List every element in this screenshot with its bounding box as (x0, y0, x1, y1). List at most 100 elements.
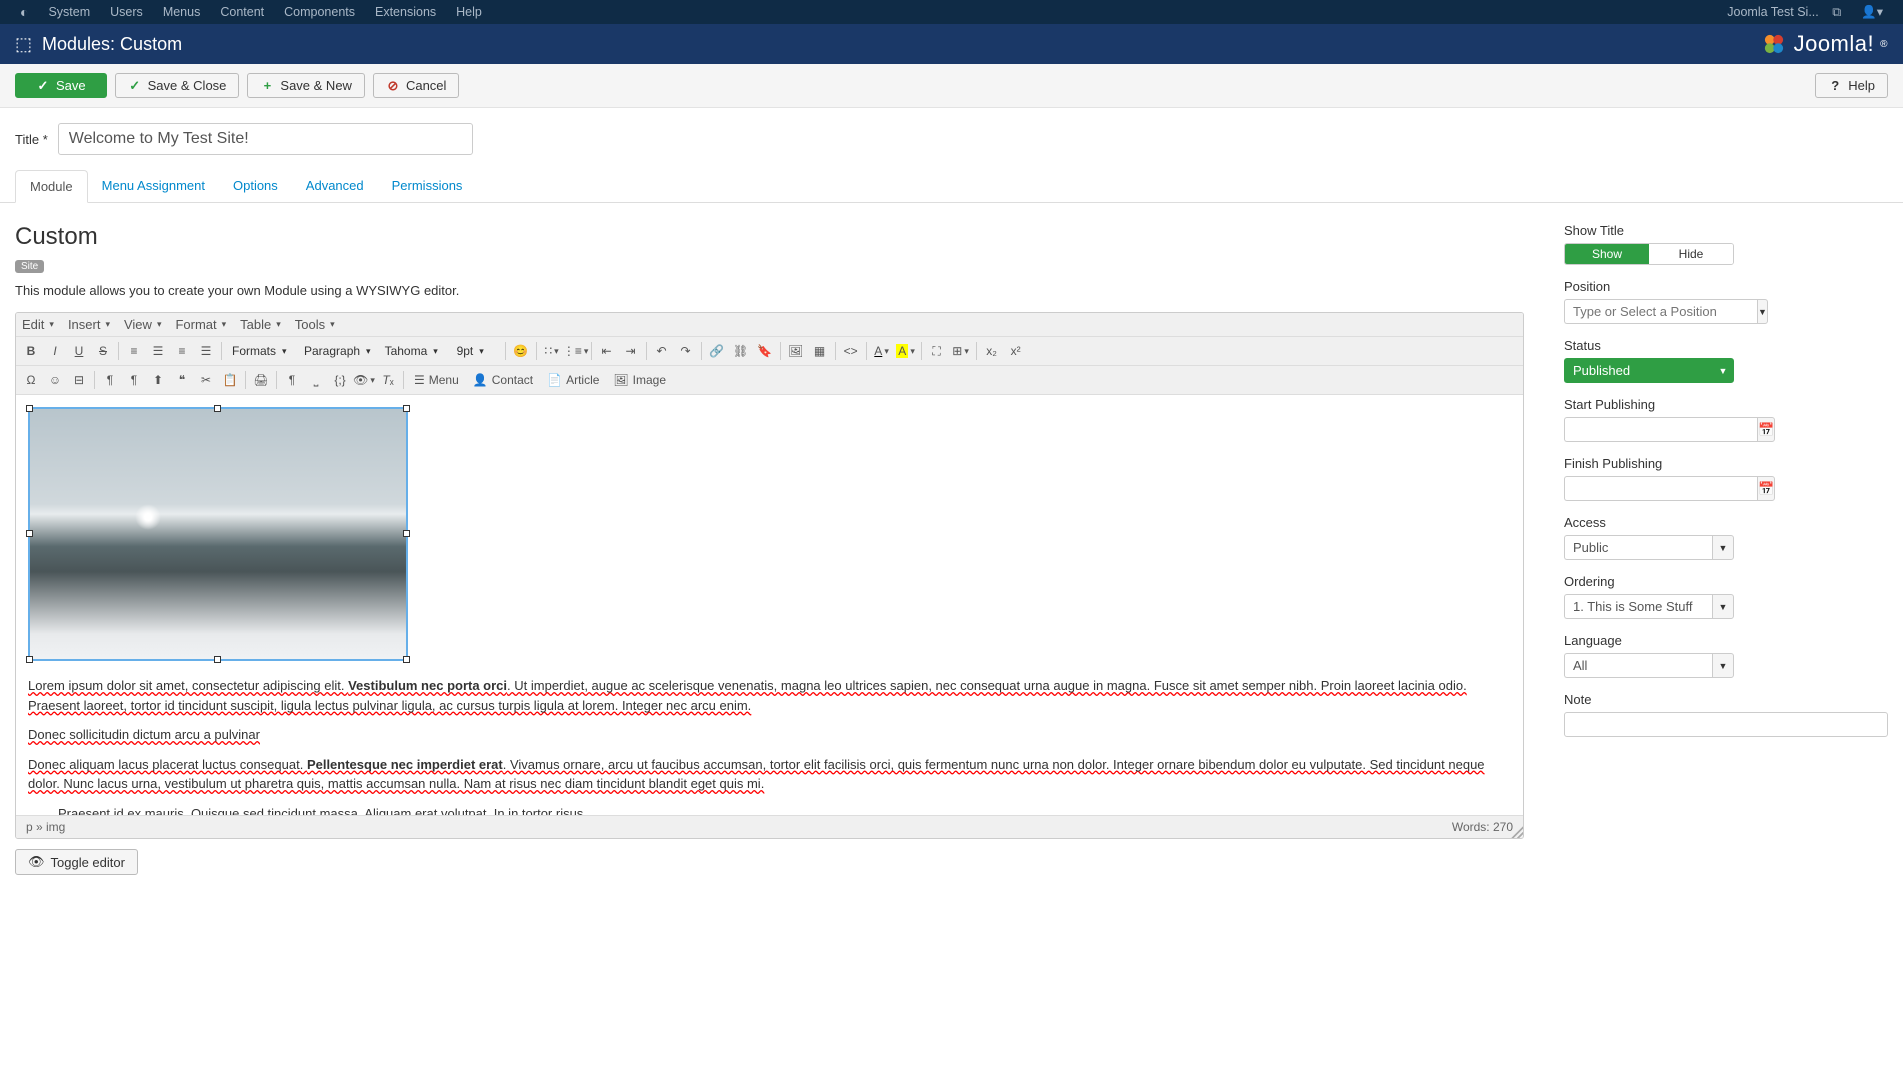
underline-button[interactable]: U (68, 340, 90, 362)
print-button[interactable]: 🖨 (250, 369, 272, 391)
anchor-button[interactable]: 🔖 (754, 340, 776, 362)
subscript-button[interactable]: x₂ (981, 340, 1003, 362)
cut-button[interactable]: ✂ (195, 369, 217, 391)
editor-menu-tools[interactable]: Tools (295, 317, 335, 332)
calendar-icon[interactable]: 📅 (1757, 417, 1775, 442)
show-invisible-button[interactable]: ¶ (281, 369, 303, 391)
ordering-select[interactable]: 1. This is Some Stuff (1564, 594, 1712, 619)
strikethrough-button[interactable]: S (92, 340, 114, 362)
editor-content-area[interactable]: Lorem ipsum dolor sit amet, consectetur … (16, 395, 1523, 815)
chevron-down-icon[interactable]: ▼ (1712, 653, 1734, 678)
language-select[interactable]: All (1564, 653, 1712, 678)
editor-menu-insert[interactable]: Insert (68, 317, 110, 332)
chevron-down-icon[interactable]: ▼ (1712, 594, 1734, 619)
pagebreak-button[interactable]: ⊟ (68, 369, 90, 391)
editor-resize-handle[interactable] (1510, 825, 1524, 839)
show-title-hide[interactable]: Hide (1649, 244, 1733, 264)
bold-button[interactable]: B (20, 340, 42, 362)
redo-button[interactable]: ↷ (675, 340, 697, 362)
article-insert-button[interactable]: 📄 Article (541, 369, 605, 391)
editor-menu-edit[interactable]: Edit (22, 317, 54, 332)
menu-help[interactable]: Help (446, 5, 492, 19)
align-center-button[interactable]: ☰ (147, 340, 169, 362)
outdent-button[interactable]: ⇤ (596, 340, 618, 362)
menu-system[interactable]: System (38, 5, 100, 19)
position-select[interactable] (1564, 299, 1757, 324)
user-icon[interactable]: 👤▾ (1851, 4, 1893, 20)
undo-button[interactable]: ↶ (651, 340, 673, 362)
nbsp-button[interactable]: ⎵ (305, 369, 327, 391)
menu-extensions[interactable]: Extensions (365, 5, 446, 19)
save-new-button[interactable]: +Save & New (247, 73, 365, 98)
finish-pub-input[interactable] (1564, 476, 1757, 501)
save-arrow-button[interactable]: ⬆ (147, 369, 169, 391)
note-input[interactable] (1564, 712, 1888, 737)
chevron-down-icon[interactable]: ▼ (1712, 358, 1734, 383)
paragraph-dropdown[interactable]: Paragraph (298, 342, 377, 360)
code-button[interactable]: <> (840, 340, 862, 362)
editor-path[interactable]: p » img (26, 820, 65, 834)
contact-insert-button[interactable]: 👤 Contact (467, 369, 539, 391)
quote-button[interactable]: ❝ (171, 369, 193, 391)
title-input[interactable] (58, 123, 473, 155)
emoji-button[interactable]: 😊 (510, 340, 532, 362)
textcolor-button[interactable]: A (871, 340, 893, 362)
table-button[interactable]: ⊞ (950, 340, 972, 362)
save-close-button[interactable]: ✓Save & Close (115, 73, 240, 98)
superscript-button[interactable]: x² (1005, 340, 1027, 362)
align-left-button[interactable]: ≡ (123, 340, 145, 362)
chevron-down-icon[interactable]: ▼ (1757, 299, 1768, 324)
editor-menu-view[interactable]: View (124, 317, 161, 332)
cancel-button[interactable]: ⊘Cancel (373, 73, 459, 98)
clearformat-button[interactable]: Tₓ (377, 369, 399, 391)
unlink-button[interactable]: ⛓ (730, 340, 752, 362)
menu-insert-button[interactable]: ☰ Menu (408, 369, 465, 391)
editor-menu-table[interactable]: Table (240, 317, 281, 332)
rtl-button[interactable]: ¶ (123, 369, 145, 391)
fullscreen-button[interactable]: ⛶ (926, 340, 948, 362)
editor-menu-format[interactable]: Format (175, 317, 226, 332)
ltr-button[interactable]: ¶ (99, 369, 121, 391)
bgcolor-button[interactable]: A (895, 340, 917, 362)
tab-menu-assignment[interactable]: Menu Assignment (88, 170, 219, 202)
align-justify-button[interactable]: ☰ (195, 340, 217, 362)
media-button[interactable]: ▦ (809, 340, 831, 362)
calendar-icon[interactable]: 📅 (1757, 476, 1775, 501)
number-list-button[interactable]: ⋮≡ (565, 340, 587, 362)
save-button[interactable]: ✓Save (15, 73, 107, 98)
formats-dropdown[interactable]: Formats (226, 342, 296, 360)
italic-button[interactable]: I (44, 340, 66, 362)
start-pub-input[interactable] (1564, 417, 1757, 442)
tab-module[interactable]: Module (15, 170, 88, 203)
access-select[interactable]: Public (1564, 535, 1712, 560)
toggle-editor-button[interactable]: 👁Toggle editor (15, 849, 138, 875)
joomla-icon[interactable]: ◐ (10, 4, 38, 20)
tab-advanced[interactable]: Advanced (292, 170, 378, 202)
link-button[interactable]: 🔗 (706, 340, 728, 362)
image-button[interactable]: 🖼 (785, 340, 807, 362)
joomla-logo[interactable]: Joomla!® (1760, 30, 1888, 58)
tab-permissions[interactable]: Permissions (378, 170, 477, 202)
braces-button[interactable]: {;} (329, 369, 351, 391)
menu-menus[interactable]: Menus (153, 5, 211, 19)
size-dropdown[interactable]: 9pt (451, 342, 501, 360)
tab-options[interactable]: Options (219, 170, 292, 202)
template-button[interactable]: 📋 (219, 369, 241, 391)
font-dropdown[interactable]: Tahoma (379, 342, 449, 360)
menu-users[interactable]: Users (100, 5, 153, 19)
menu-content[interactable]: Content (210, 5, 274, 19)
site-name-link[interactable]: Joomla Test Si... ⧉ (1707, 5, 1851, 20)
show-title-show[interactable]: Show (1565, 244, 1649, 264)
content-image[interactable] (28, 407, 408, 661)
align-right-button[interactable]: ≡ (171, 340, 193, 362)
omega-button[interactable]: Ω (20, 369, 42, 391)
menu-components[interactable]: Components (274, 5, 365, 19)
eye-dropdown[interactable]: 👁 (353, 369, 375, 391)
image-insert-button[interactable]: 🖼 Image (607, 369, 672, 391)
help-button[interactable]: ?Help (1815, 73, 1888, 98)
status-select[interactable]: Published (1564, 358, 1712, 383)
bullet-list-button[interactable]: ∷ (541, 340, 563, 362)
chevron-down-icon[interactable]: ▼ (1712, 535, 1734, 560)
emoticon-button[interactable]: ☺ (44, 369, 66, 391)
indent-button[interactable]: ⇥ (620, 340, 642, 362)
